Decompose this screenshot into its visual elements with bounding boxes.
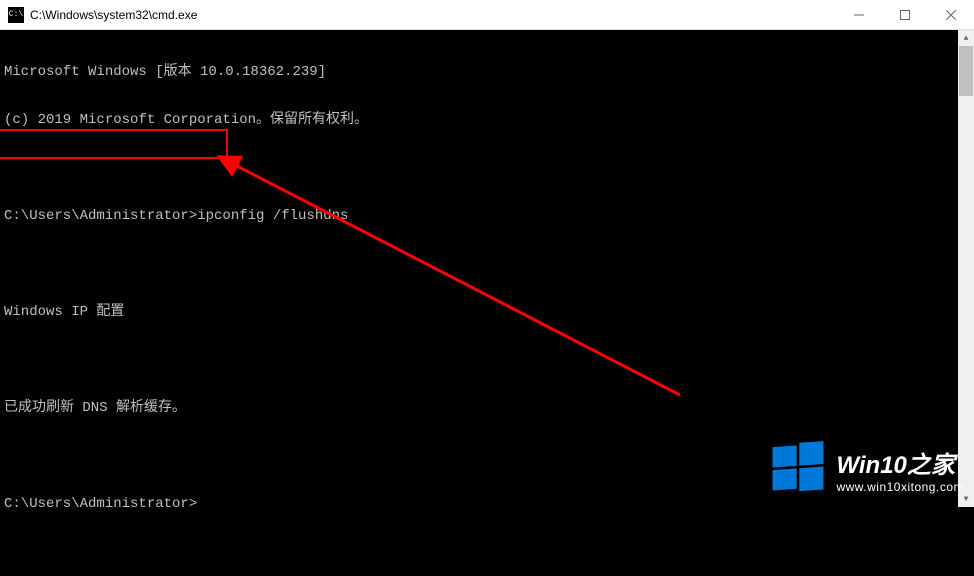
cmd-window: C:\ C:\Windows\system32\cmd.exe Microsof… — [0, 0, 974, 507]
window-controls — [836, 0, 974, 29]
vertical-scrollbar[interactable]: ▲ ▼ — [958, 30, 974, 507]
annotation-highlight-box — [0, 129, 228, 159]
windows-logo-icon — [770, 441, 826, 497]
watermark-title: Win10之家 — [836, 445, 954, 480]
terminal-line: (c) 2019 Microsoft Corporation。保留所有权利。 — [4, 112, 970, 128]
watermark: Win10之家 www.win10xitong.com — [770, 441, 964, 497]
minimize-button[interactable] — [836, 0, 882, 29]
terminal-line — [4, 352, 970, 368]
terminal-line: C:\Users\Administrator>ipconfig /flushdn… — [4, 208, 970, 224]
terminal-line — [4, 160, 970, 176]
terminal-line: Windows IP 配置 — [4, 304, 970, 320]
close-button[interactable] — [928, 0, 974, 29]
scrollbar-thumb[interactable] — [959, 46, 973, 96]
terminal-line: 已成功刷新 DNS 解析缓存。 — [4, 400, 970, 416]
terminal-line: C:\Users\Administrator> — [4, 496, 970, 512]
cmd-icon: C:\ — [8, 7, 24, 23]
terminal-line: Microsoft Windows [版本 10.0.18362.239] — [4, 64, 970, 80]
terminal-line — [4, 256, 970, 272]
watermark-text: Win10之家 www.win10xitong.com — [836, 445, 964, 494]
titlebar-left: C:\ C:\Windows\system32\cmd.exe — [8, 7, 197, 23]
window-title: C:\Windows\system32\cmd.exe — [30, 8, 197, 22]
maximize-button[interactable] — [882, 0, 928, 29]
terminal-area[interactable]: Microsoft Windows [版本 10.0.18362.239] (c… — [0, 30, 974, 507]
watermark-url: www.win10xitong.com — [836, 480, 964, 494]
scrollbar-up-arrow[interactable]: ▲ — [958, 30, 974, 46]
titlebar[interactable]: C:\ C:\Windows\system32\cmd.exe — [0, 0, 974, 30]
